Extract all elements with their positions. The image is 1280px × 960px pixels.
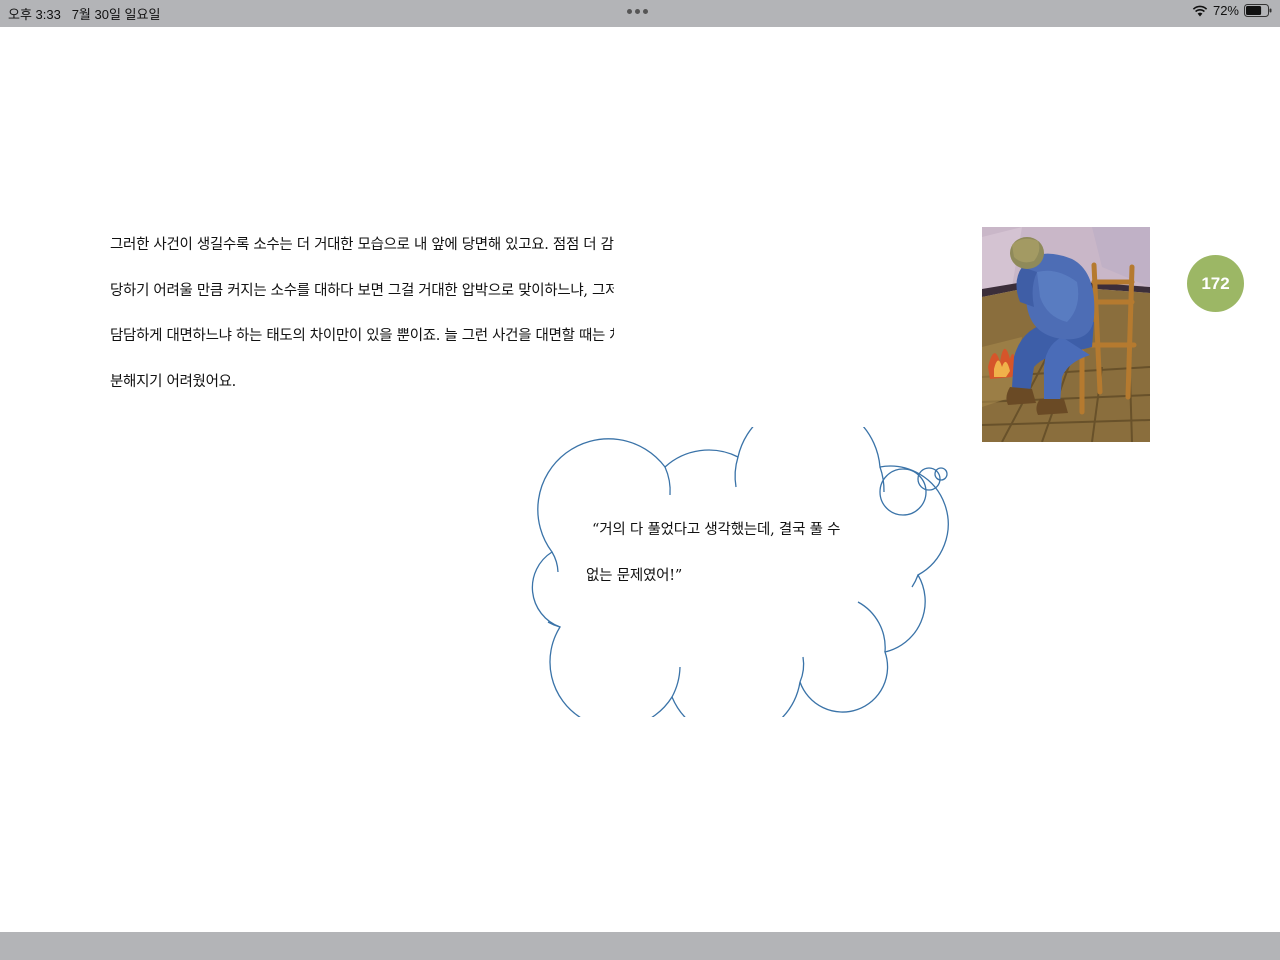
page-number: 172 — [1201, 273, 1230, 293]
body-line: 분해지기 어려웠어요. — [110, 373, 236, 390]
status-date: 7월 30일 일요일 — [71, 7, 161, 22]
body-line: 당하기 어려울 만큼 커지는 소수를 대하다 보면 그걸 거대한 압박으로 맞이… — [110, 282, 614, 299]
thought-line: 없는 문제였어!” — [586, 568, 683, 584]
thought-bubble-text: “거의 다 풀었다고 생각했는데, 결국 풀 수 없는 문제였어!” — [586, 507, 848, 599]
painting-illustration — [982, 227, 1150, 442]
page-number-badge: 172 — [1187, 255, 1244, 312]
status-clock: 오후 3:33 — [8, 7, 61, 22]
thought-line: “거의 다 풀었다고 생각했는데, 결국 풀 수 — [592, 522, 841, 538]
status-time: 오후 3:33 7월 30일 일요일 — [8, 4, 160, 23]
body-paragraph: 그러한 사건이 생길수록 소수는 더 거대한 모습으로 내 앞에 당면해 있고요… — [110, 223, 614, 405]
multitasking-dots-icon[interactable] — [627, 9, 648, 14]
wifi-icon — [1192, 5, 1208, 16]
body-line: 그러한 사건이 생길수록 소수는 더 거대한 모습으로 내 앞에 당면해 있고요… — [110, 237, 614, 253]
status-indicators: 72% — [1192, 3, 1272, 18]
battery-icon — [1244, 4, 1272, 17]
body-line: 담담하게 대면하느냐 하는 태도의 차이만이 있을 뿐이죠. 늘 그런 사건을 … — [110, 328, 614, 344]
bottom-toolbar — [0, 932, 1280, 960]
book-page[interactable]: 그러한 사건이 생길수록 소수는 더 거대한 모습으로 내 앞에 당면해 있고요… — [0, 27, 1280, 932]
status-bar: 오후 3:33 7월 30일 일요일 72% — [0, 0, 1280, 27]
battery-percent: 72% — [1212, 3, 1239, 18]
